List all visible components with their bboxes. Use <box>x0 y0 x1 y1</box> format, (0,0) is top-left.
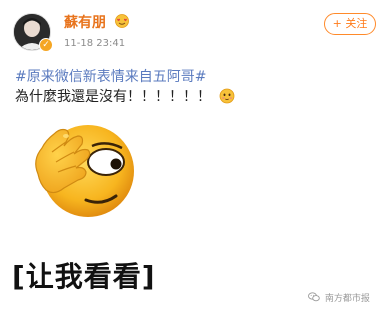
meme-caption: [让我看看] <box>12 260 156 293</box>
follow-button[interactable]: + 关注 <box>324 13 376 35</box>
username[interactable]: 蘇有朋 <box>64 12 106 32</box>
hashtag-link[interactable]: #原来微信新表情来自五阿哥# <box>15 66 206 86</box>
wechat-icon <box>308 292 320 302</box>
post-timestamp: 11-18 23:41 <box>64 38 126 49</box>
verified-badge-icon: ✓ <box>39 38 53 52</box>
watermark: 南方都市报 <box>308 291 370 304</box>
heart-eyes-emoji-icon <box>114 14 130 28</box>
smirk-emoji-icon <box>219 88 235 104</box>
meme-image[interactable]: [让我看看] 南方都市报 <box>0 114 388 312</box>
post-text-content: 為什麼我還是沒有！！！！！！ <box>15 89 211 105</box>
watermark-text: 南方都市报 <box>324 294 370 304</box>
face-peeking-through-hand-emoji <box>30 116 138 220</box>
post-text: 為什麼我還是沒有！！！！！！ <box>15 86 235 106</box>
